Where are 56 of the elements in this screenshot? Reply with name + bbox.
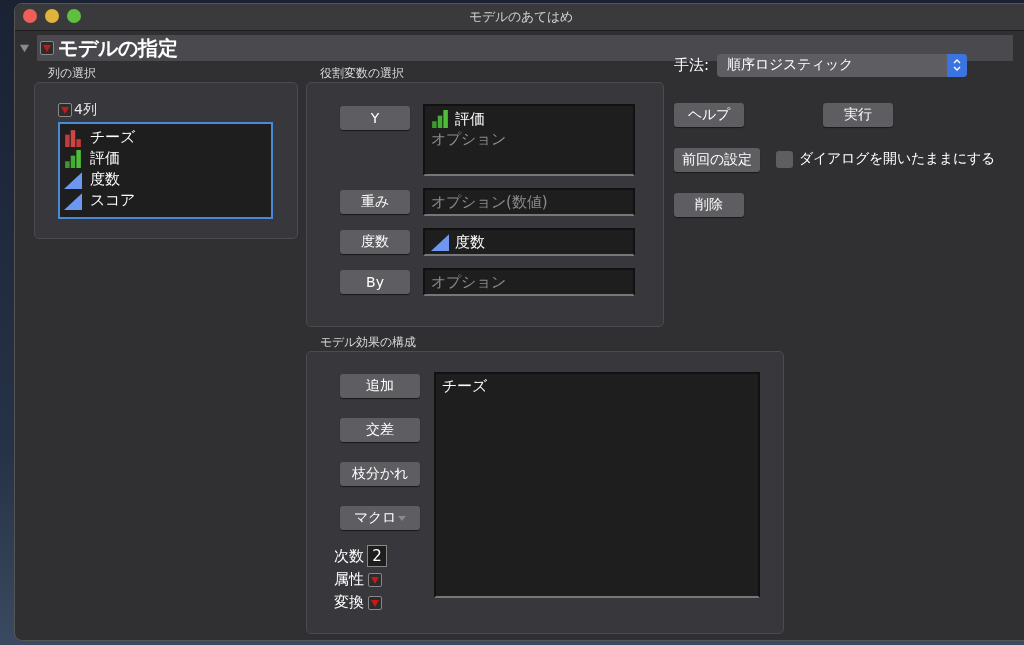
column-list-item[interactable]: 度数 bbox=[64, 169, 267, 190]
role-field[interactable]: 度数 bbox=[423, 228, 635, 256]
caret-icon bbox=[398, 515, 406, 521]
close-button[interactable] bbox=[23, 9, 37, 23]
column-count: 4列 bbox=[74, 101, 97, 119]
effect-button[interactable]: 枝分かれ bbox=[340, 462, 420, 486]
method-label: 手法: bbox=[674, 55, 710, 75]
panel-heading: 役割変数の選択 bbox=[319, 65, 405, 82]
effect-button[interactable]: 追加 bbox=[340, 374, 420, 398]
run-button[interactable]: 実行 bbox=[823, 103, 893, 127]
window-title: モデルのあてはめ bbox=[469, 8, 573, 26]
triangle-menu-icon[interactable] bbox=[40, 41, 54, 55]
triangle-menu-icon[interactable] bbox=[58, 103, 72, 117]
minimize-button[interactable] bbox=[45, 9, 59, 23]
keep-open-checkbox[interactable] bbox=[776, 150, 793, 168]
column-list-item[interactable]: チーズ bbox=[64, 127, 267, 148]
placeholder-text: オプション bbox=[431, 129, 507, 150]
column-list-item[interactable]: スコア bbox=[64, 190, 267, 211]
effect-button[interactable]: 交差 bbox=[340, 418, 420, 442]
placeholder-text: オプション(数値) bbox=[431, 191, 549, 213]
recall-button[interactable]: 前回の設定 bbox=[674, 148, 760, 172]
menu-label: 属性 bbox=[334, 570, 364, 589]
ascending-bars-icon bbox=[64, 149, 82, 168]
triangle-icon bbox=[431, 233, 449, 251]
placeholder-text: オプション bbox=[431, 271, 507, 293]
checkbox-label: ダイアログを開いたままにする bbox=[799, 150, 995, 168]
triangle-icon bbox=[64, 191, 82, 210]
triangle-icon bbox=[64, 170, 82, 189]
effect-item[interactable]: チーズ bbox=[442, 377, 752, 396]
triangle-menu-icon[interactable] bbox=[368, 595, 382, 610]
panel-heading: モデル効果の構成 bbox=[319, 334, 417, 351]
role-button[interactable]: Y bbox=[340, 106, 410, 130]
bar-chart-icon bbox=[64, 128, 82, 147]
macros-menu-button[interactable]: マクロ bbox=[340, 506, 420, 530]
zoom-button[interactable] bbox=[67, 9, 81, 23]
role-list[interactable]: 評価 オプション bbox=[423, 104, 635, 176]
disclosure-triangle-icon[interactable] bbox=[19, 42, 30, 54]
role-button[interactable]: By bbox=[340, 270, 410, 294]
method-dropdown[interactable]: 順序ロジスティック bbox=[717, 53, 968, 77]
role-item[interactable]: 評価 bbox=[431, 109, 627, 129]
outline-title: モデルの指定 bbox=[58, 34, 178, 62]
degree-label: 次数 bbox=[334, 546, 364, 566]
panel-heading: 列の選択 bbox=[47, 65, 97, 82]
ascending-bars-icon bbox=[431, 110, 449, 128]
role-button[interactable]: 重み bbox=[340, 190, 410, 214]
role-field[interactable]: オプション(数値) bbox=[423, 188, 635, 216]
role-item[interactable]: 度数 bbox=[431, 232, 627, 252]
remove-button[interactable]: 削除 bbox=[674, 193, 744, 217]
column-list-item[interactable]: 評価 bbox=[64, 148, 267, 169]
menu-label: 変換 bbox=[334, 593, 364, 612]
triangle-menu-icon[interactable] bbox=[368, 572, 382, 587]
role-field[interactable]: オプション bbox=[423, 268, 635, 296]
help-button[interactable]: ヘルプ bbox=[674, 103, 744, 127]
degree-field[interactable]: 2 bbox=[367, 545, 387, 567]
role-button[interactable]: 度数 bbox=[340, 230, 410, 254]
stepper-arrows-icon bbox=[947, 53, 968, 77]
